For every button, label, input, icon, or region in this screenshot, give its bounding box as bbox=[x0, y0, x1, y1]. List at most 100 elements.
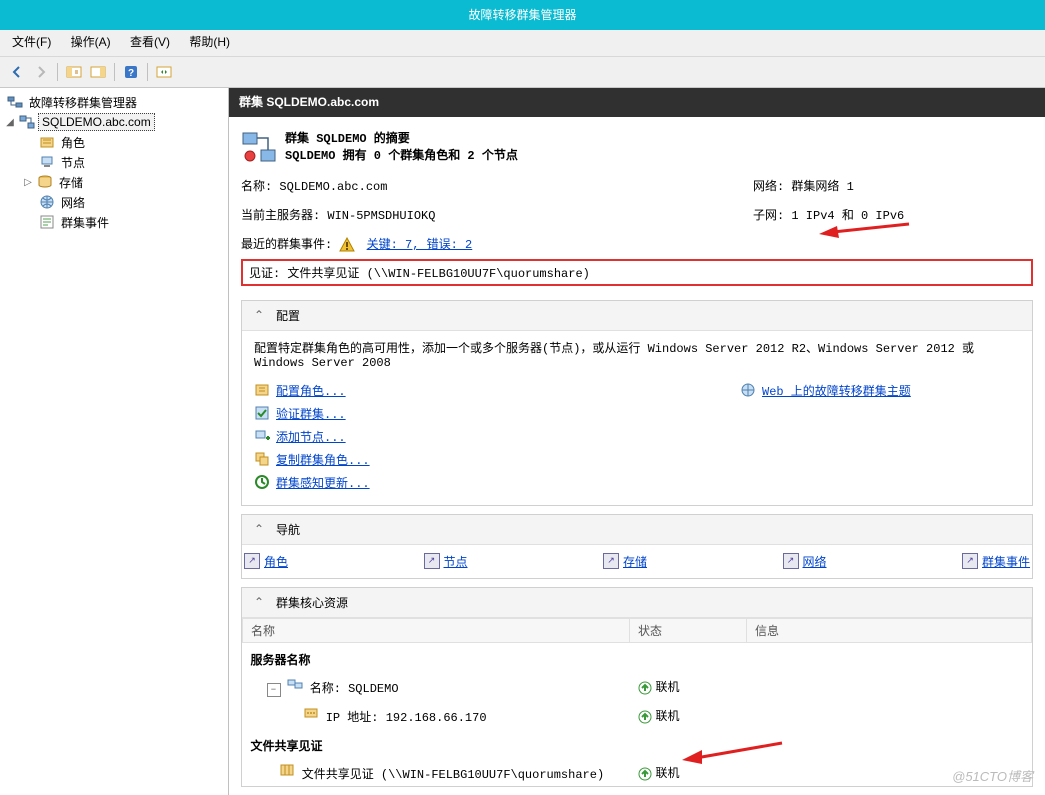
tree-root-label: 故障转移群集管理器 bbox=[26, 93, 140, 112]
configure-role-icon bbox=[254, 382, 270, 398]
web-icon bbox=[740, 382, 756, 398]
configure-role-link[interactable]: 配置角色... bbox=[254, 382, 740, 399]
cluster-summary: 群集 SQLDEMO 的摘要 SQLDEMO 拥有 0 个群集角色和 2 个节点… bbox=[229, 117, 1045, 292]
window-title: 故障转移群集管理器 bbox=[468, 8, 576, 22]
witness-highlight-box: 见证: 文件共享见证 (\\WIN-FELBG10UU7F\quorumshar… bbox=[241, 259, 1033, 286]
cluster-icon bbox=[19, 114, 35, 130]
col-status[interactable]: 状态 bbox=[630, 618, 747, 642]
web-topic-link[interactable]: Web 上的故障转移群集主题 bbox=[740, 382, 1020, 399]
roles-icon bbox=[39, 134, 55, 150]
tree-network[interactable]: 网络 bbox=[0, 192, 228, 212]
resources-title: 群集核心资源 bbox=[276, 594, 348, 611]
menu-file[interactable]: 文件(F) bbox=[6, 32, 57, 51]
collapse-icon[interactable]: ◢ bbox=[4, 117, 16, 128]
action-pane-button[interactable] bbox=[87, 61, 109, 83]
network-row: 网络: 群集网络 1 bbox=[753, 177, 1033, 194]
server-name-icon bbox=[287, 676, 303, 692]
menu-help[interactable]: 帮助(H) bbox=[183, 32, 236, 51]
row-ip-address[interactable]: IP 地址: 192.168.66.170 联机 bbox=[243, 701, 1032, 729]
col-name[interactable]: 名称 bbox=[243, 618, 630, 642]
group-witness: 文件共享见证 bbox=[243, 729, 1032, 758]
separator-icon bbox=[57, 63, 58, 81]
expand-icon[interactable]: ▷ bbox=[22, 177, 34, 188]
tree-storage-label: 存储 bbox=[56, 173, 86, 192]
update-aware-link[interactable]: 群集感知更新... bbox=[254, 474, 740, 491]
show-hide-tree-button[interactable] bbox=[63, 61, 85, 83]
ip-icon bbox=[303, 705, 319, 721]
row-server-name[interactable]: − 名称: SQLDEMO 联机 bbox=[243, 672, 1032, 702]
validate-icon bbox=[254, 405, 270, 421]
events-icon bbox=[39, 214, 55, 230]
group-server-name: 服务器名称 bbox=[243, 642, 1032, 672]
tree-storage[interactable]: ▷ 存储 bbox=[0, 172, 228, 192]
nav-network[interactable]: ↗网络 bbox=[783, 553, 963, 570]
config-title: 配置 bbox=[276, 307, 300, 324]
collapse-box-icon[interactable]: − bbox=[267, 683, 281, 697]
tree-events[interactable]: 群集事件 bbox=[0, 212, 228, 232]
config-section: ⌃ 配置 配置特定群集角色的高可用性，添加一个或多个服务器(节点)，或从运行 W… bbox=[241, 300, 1033, 506]
resources-header[interactable]: ⌃ 群集核心资源 bbox=[242, 588, 1032, 618]
help-button[interactable]: ? bbox=[120, 61, 142, 83]
menu-view[interactable]: 查看(V) bbox=[124, 32, 176, 51]
status-online-icon bbox=[638, 767, 652, 781]
detail-pane: 群集 SQLDEMO.abc.com 群集 SQLDEMO 的摘要 SQLDEM… bbox=[229, 88, 1045, 795]
nav-nodes[interactable]: ↗节点 bbox=[424, 553, 604, 570]
nodes-icon bbox=[39, 154, 55, 170]
tree-root[interactable]: 故障转移群集管理器 bbox=[0, 92, 228, 112]
copy-role-link[interactable]: 复制群集角色... bbox=[254, 451, 740, 468]
row-witness[interactable]: 文件共享见证 (\\WIN-FELBG10UU7F\quorumshare) 联… bbox=[243, 758, 1032, 786]
launch-icon: ↗ bbox=[244, 553, 260, 569]
tree-nodes[interactable]: 节点 bbox=[0, 152, 228, 172]
watermark: @51CTO博客 bbox=[952, 766, 1033, 785]
events-link[interactable]: 关键: 7, 错误: 2 bbox=[367, 238, 473, 252]
summary-subtitle: SQLDEMO 拥有 0 个群集角色和 2 个节点 bbox=[285, 146, 518, 163]
annotation-arrow-icon bbox=[819, 218, 909, 241]
detail-header-title: 群集 SQLDEMO.abc.com bbox=[239, 95, 379, 109]
separator-icon bbox=[147, 63, 148, 81]
tree-roles-label: 角色 bbox=[58, 133, 88, 152]
forward-button[interactable] bbox=[30, 61, 52, 83]
name-row: 名称: SQLDEMO.abc.com bbox=[241, 177, 753, 194]
witness-icon bbox=[279, 762, 295, 778]
nav-events[interactable]: ↗群集事件 bbox=[962, 553, 1030, 570]
status-online-icon bbox=[638, 681, 652, 695]
tree-cluster[interactable]: ◢ SQLDEMO.abc.com bbox=[0, 112, 228, 132]
tree-network-label: 网络 bbox=[58, 193, 88, 212]
resources-section: ⌃ 群集核心资源 名称 状态 信息 服务器名称 − 名称: SQLDEMO 联机 bbox=[241, 587, 1033, 788]
window-title-bar: 故障转移群集管理器 bbox=[0, 0, 1045, 30]
back-button[interactable] bbox=[6, 61, 28, 83]
launch-icon: ↗ bbox=[962, 553, 978, 569]
tree-events-label: 群集事件 bbox=[58, 213, 112, 232]
nav-roles[interactable]: ↗角色 bbox=[244, 553, 424, 570]
tool-bar: ? bbox=[0, 57, 1045, 88]
menu-bar: 文件(F) 操作(A) 查看(V) 帮助(H) bbox=[0, 30, 1045, 57]
status-online-icon bbox=[638, 710, 652, 724]
refresh-button[interactable] bbox=[153, 61, 175, 83]
nav-storage[interactable]: ↗存储 bbox=[603, 553, 783, 570]
nav-header[interactable]: ⌃ 导航 bbox=[242, 515, 1032, 545]
tree-cluster-label: SQLDEMO.abc.com bbox=[38, 113, 155, 131]
separator-icon bbox=[114, 63, 115, 81]
config-header[interactable]: ⌃ 配置 bbox=[242, 301, 1032, 331]
update-aware-icon bbox=[254, 474, 270, 490]
launch-icon: ↗ bbox=[424, 553, 440, 569]
host-row: 当前主服务器: WIN-5PMSDHUIOKQ bbox=[241, 206, 753, 223]
config-desc: 配置特定群集角色的高可用性，添加一个或多个服务器(节点)，或从运行 Window… bbox=[254, 339, 1020, 370]
add-node-link[interactable]: 添加节点... bbox=[254, 428, 740, 445]
warning-icon bbox=[339, 237, 355, 253]
svg-text:?: ? bbox=[128, 68, 134, 79]
validate-cluster-link[interactable]: 验证群集... bbox=[254, 405, 740, 422]
network-icon bbox=[39, 194, 55, 210]
menu-operation[interactable]: 操作(A) bbox=[65, 32, 117, 51]
chevron-up-icon: ⌃ bbox=[252, 522, 266, 536]
col-info[interactable]: 信息 bbox=[747, 618, 1032, 642]
chevron-up-icon: ⌃ bbox=[252, 595, 266, 609]
tree-roles[interactable]: 角色 bbox=[0, 132, 228, 152]
chevron-up-icon: ⌃ bbox=[252, 308, 266, 322]
detail-header: 群集 SQLDEMO.abc.com bbox=[229, 88, 1045, 117]
add-node-icon bbox=[254, 428, 270, 444]
tree-pane: 故障转移群集管理器 ◢ SQLDEMO.abc.com 角色 节点 ▷ 存储 网… bbox=[0, 88, 229, 795]
nav-section: ⌃ 导航 ↗角色 ↗节点 ↗存储 ↗网络 ↗群集事件 bbox=[241, 514, 1033, 579]
tree-nodes-label: 节点 bbox=[58, 153, 88, 172]
launch-icon: ↗ bbox=[783, 553, 799, 569]
